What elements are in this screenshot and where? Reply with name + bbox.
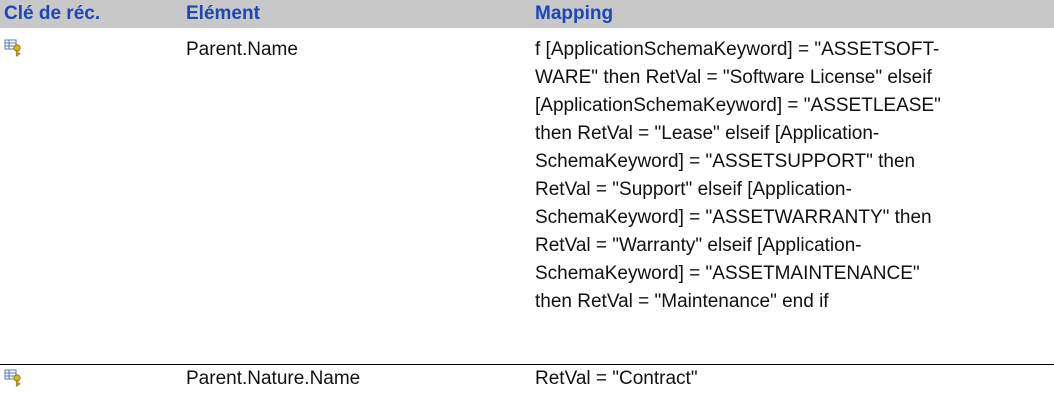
table-header: Clé de réc. Elément Mapping bbox=[0, 0, 1054, 28]
header-key: Clé de réc. bbox=[4, 3, 101, 24]
mapping-line: RetVal = "Support" elseif [Application- bbox=[535, 179, 852, 200]
mapping-line: [ApplicationSchemaKeyword] = "ASSETLEASE… bbox=[535, 95, 941, 116]
mapping-line: SchemaKeyword] = "ASSETWARRANTY" then bbox=[535, 207, 932, 228]
mapping-cell: f [ApplicationSchemaKeyword] = "ASSETSOF… bbox=[535, 36, 1035, 316]
element-cell: Parent.Name bbox=[186, 39, 298, 60]
mapping-line: f [ApplicationSchemaKeyword] = "ASSETSOF… bbox=[535, 39, 940, 60]
key-field-icon bbox=[4, 39, 24, 57]
mapping-line: then RetVal = "Maintenance" end if bbox=[535, 291, 829, 312]
mapping-line: WARE" then RetVal = "Software License" e… bbox=[535, 67, 932, 88]
mapping-line: SchemaKeyword] = "ASSETSUPPORT" then bbox=[535, 151, 916, 172]
element-cell: Parent.Nature.Name bbox=[186, 368, 361, 389]
mapping-cell: RetVal = "Contract" bbox=[535, 365, 1035, 393]
mapping-line: then RetVal = "Lease" elseif [Applicatio… bbox=[535, 123, 880, 144]
header-mapping: Mapping bbox=[535, 3, 614, 24]
key-field-icon bbox=[4, 369, 24, 387]
table-row: Parent.Nature.Name RetVal = "Contract" bbox=[0, 364, 1054, 393]
mapping-table: Clé de réc. Elément Mapping Parent.Name … bbox=[0, 0, 1054, 392]
header-element: Elément bbox=[186, 3, 260, 24]
mapping-line: RetVal = "Contract" bbox=[535, 368, 698, 389]
mapping-line: RetVal = "Warranty" elseif [Application- bbox=[535, 235, 862, 256]
table-row: Parent.Name f [ApplicationSchemaKeyword]… bbox=[0, 36, 1054, 364]
mapping-line: SchemaKeyword] = "ASSETMAINTENANCE" bbox=[535, 263, 920, 284]
